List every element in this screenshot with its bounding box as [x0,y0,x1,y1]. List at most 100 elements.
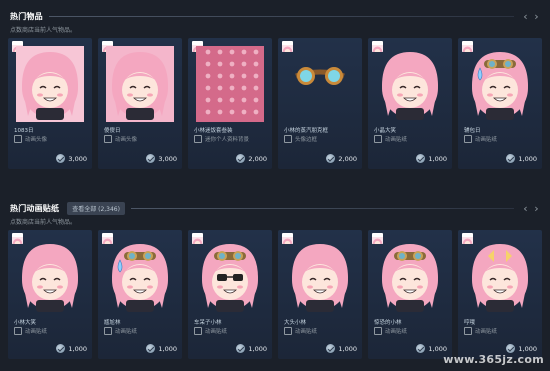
item-name: 小晶大笑 [374,128,397,134]
item-type-icon [194,135,202,143]
item-name: 小林大笑 [14,320,37,326]
item-card[interactable]: 尴尬林 动画贴纸 1,000 [98,230,182,359]
item-thumbnail [376,238,444,314]
item-type-label: 动画贴纸 [295,329,318,335]
price-value: 3,000 [68,154,87,163]
item-type-icon [374,135,382,143]
section-title: 热门物品 [10,11,43,21]
item-card[interactable]: 大头小林 动画贴纸 1,000 [278,230,362,359]
item-type-icon [104,327,112,335]
item-card[interactable]: 傻傻日 动画头像 3,000 [98,38,182,169]
price-value: 1,000 [518,154,537,163]
item-type-icon [14,327,22,335]
item-type-icon [374,327,382,335]
item-thumbnail [196,238,264,314]
points-coin-icon [416,344,426,353]
item-name: 傻傻日 [104,128,121,134]
item-thumbnail [16,46,84,122]
item-name: 小林迷饭套叁装 [194,128,233,134]
item-card[interactable]: 辅包日 动画贴纸 1,000 [458,38,542,169]
price-button[interactable]: 1,000 [326,344,357,353]
price-button[interactable]: 2,000 [236,154,267,163]
item-type-label: 动画贴纸 [385,137,408,143]
item-type-row: 动画贴纸 [104,327,178,335]
item-type-icon [284,327,292,335]
price-button[interactable]: 2,000 [326,154,357,163]
price-value: 1,000 [338,344,357,353]
item-card[interactable]: 哼哦 动画贴纸 1,000 [458,230,542,359]
item-carousel: 1083日 动画头像 3,000 傻傻日 动画头像 3,000 小林迷饭套叁装 … [8,38,542,169]
price-value: 1,000 [428,344,447,353]
points-coin-icon [236,154,246,163]
item-type-label: 动画贴纸 [115,329,138,335]
watermark: www.365jz.com [443,353,544,366]
item-card[interactable]: 小林大笑 动画贴纸 1,000 [8,230,92,359]
item-card[interactable]: 车呆子小林 动画贴纸 1,000 [188,230,272,359]
points-coin-icon [56,154,66,163]
price-button[interactable]: 3,000 [56,154,87,163]
item-thumbnail [286,46,354,122]
price-button[interactable]: 1,000 [146,344,177,353]
item-type-row: 动画贴纸 [464,135,538,143]
item-card[interactable]: 小晶大笑 动画贴纸 1,000 [368,38,452,169]
item-type-row: 动画头像 [14,135,88,143]
item-name: 小林的蒸汽朋克框 [284,128,329,134]
item-thumbnail [196,46,264,122]
item-type-icon [284,135,292,143]
item-type-label: 迷你个人资料背景 [205,137,250,143]
chevron-right-icon[interactable]: › [531,9,542,23]
item-thumbnail [286,238,354,314]
price-button[interactable]: 1,000 [416,344,447,353]
item-name: 辅包日 [464,128,481,134]
item-thumbnail [466,46,534,122]
view-all-button[interactable]: 查看全部 (2,346) [67,201,125,215]
item-type-row: 头像边框 [284,135,358,143]
price-value: 3,000 [158,154,177,163]
price-value: 1,000 [158,344,177,353]
chevron-left-icon[interactable]: ‹ [520,9,531,23]
price-button[interactable]: 1,000 [506,344,537,353]
item-type-row: 动画头像 [104,135,178,143]
section-divider [130,207,514,209]
item-type-icon [104,135,112,143]
points-coin-icon [326,154,336,163]
section-title: 热门动画贴纸 [10,203,60,213]
points-coin-icon [56,344,66,353]
points-coin-icon [236,344,246,353]
chevron-right-icon[interactable]: › [531,201,542,215]
item-carousel: 小林大笑 动画贴纸 1,000 尴尬林 动画贴纸 1,000 车呆子小林 动画贴… [8,230,542,359]
price-button[interactable]: 1,000 [416,154,447,163]
item-card[interactable]: 惊恐的小林 动画贴纸 1,000 [368,230,452,359]
item-type-label: 动画贴纸 [385,329,408,335]
item-name: 尴尬林 [104,320,121,326]
price-value: 1,000 [518,344,537,353]
item-type-label: 动画贴纸 [475,329,498,335]
item-thumbnail [376,46,444,122]
item-thumbnail [106,46,174,122]
item-card[interactable]: 小林的蒸汽朋克框 头像边框 2,000 [278,38,362,169]
item-card[interactable]: 1083日 动画头像 3,000 [8,38,92,169]
item-type-icon [14,135,22,143]
item-type-label: 动画贴纸 [475,137,498,143]
price-button[interactable]: 1,000 [506,154,537,163]
price-button[interactable]: 1,000 [56,344,87,353]
chevron-left-icon[interactable]: ‹ [520,201,531,215]
item-name: 大头小林 [284,320,307,326]
price-button[interactable]: 3,000 [146,154,177,163]
price-button[interactable]: 1,000 [236,344,267,353]
item-type-row: 动画贴纸 [374,327,448,335]
item-type-label: 动画头像 [25,137,48,143]
points-coin-icon [416,154,426,163]
price-value: 1,000 [68,344,87,353]
price-value: 1,000 [428,154,447,163]
item-name: 车呆子小林 [194,320,222,326]
item-card[interactable]: 小林迷饭套叁装 迷你个人资料背景 2,000 [188,38,272,169]
section-subtitle: 点数商店当前人气物品。 [10,219,77,226]
item-type-label: 头像边框 [295,137,318,143]
item-type-row: 动画贴纸 [14,327,88,335]
price-value: 1,000 [248,344,267,353]
item-type-label: 动画头像 [115,137,138,143]
points-coin-icon [326,344,336,353]
section-subtitle: 点数商店当前人气物品。 [10,27,77,34]
item-type-row: 动画贴纸 [284,327,358,335]
